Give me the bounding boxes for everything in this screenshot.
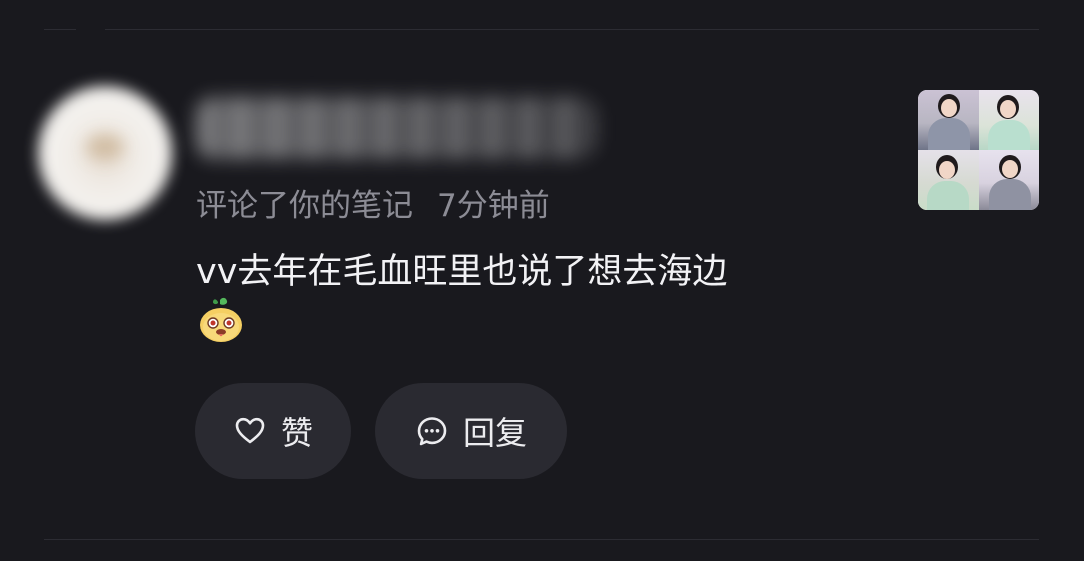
action-text: 评论了你的笔记	[196, 188, 413, 224]
mango-face-emoji	[198, 296, 244, 344]
timestamp: 7分钟前	[437, 188, 550, 224]
top-divider	[105, 29, 1039, 30]
note-thumbnail-tile	[978, 150, 1039, 210]
bottom-divider	[44, 539, 1039, 540]
like-label: 赞	[280, 414, 313, 452]
avatar-blur-detail	[86, 134, 124, 160]
username-blurred[interactable]	[196, 97, 596, 159]
comment-text[interactable]: vv去年在毛血旺里也说了想去海边	[196, 248, 876, 296]
top-divider-left	[44, 29, 76, 30]
reply-label: 回复	[462, 414, 527, 452]
notification-meta: 评论了你的笔记 7分钟前	[196, 185, 550, 227]
note-thumbnail-tile	[978, 90, 1039, 150]
comment-notification-screen: 评论了你的笔记 7分钟前 vv去年在毛血旺里也说了想去海边 赞 回复	[0, 0, 1084, 561]
like-button[interactable]: 赞	[195, 383, 351, 479]
note-thumbnail[interactable]	[918, 90, 1039, 210]
heart-icon	[233, 414, 267, 448]
note-thumbnail-tile	[918, 150, 979, 210]
reply-button[interactable]: 回复	[375, 383, 567, 479]
comment-bubble-icon	[415, 414, 449, 448]
note-thumbnail-tile	[918, 90, 979, 150]
